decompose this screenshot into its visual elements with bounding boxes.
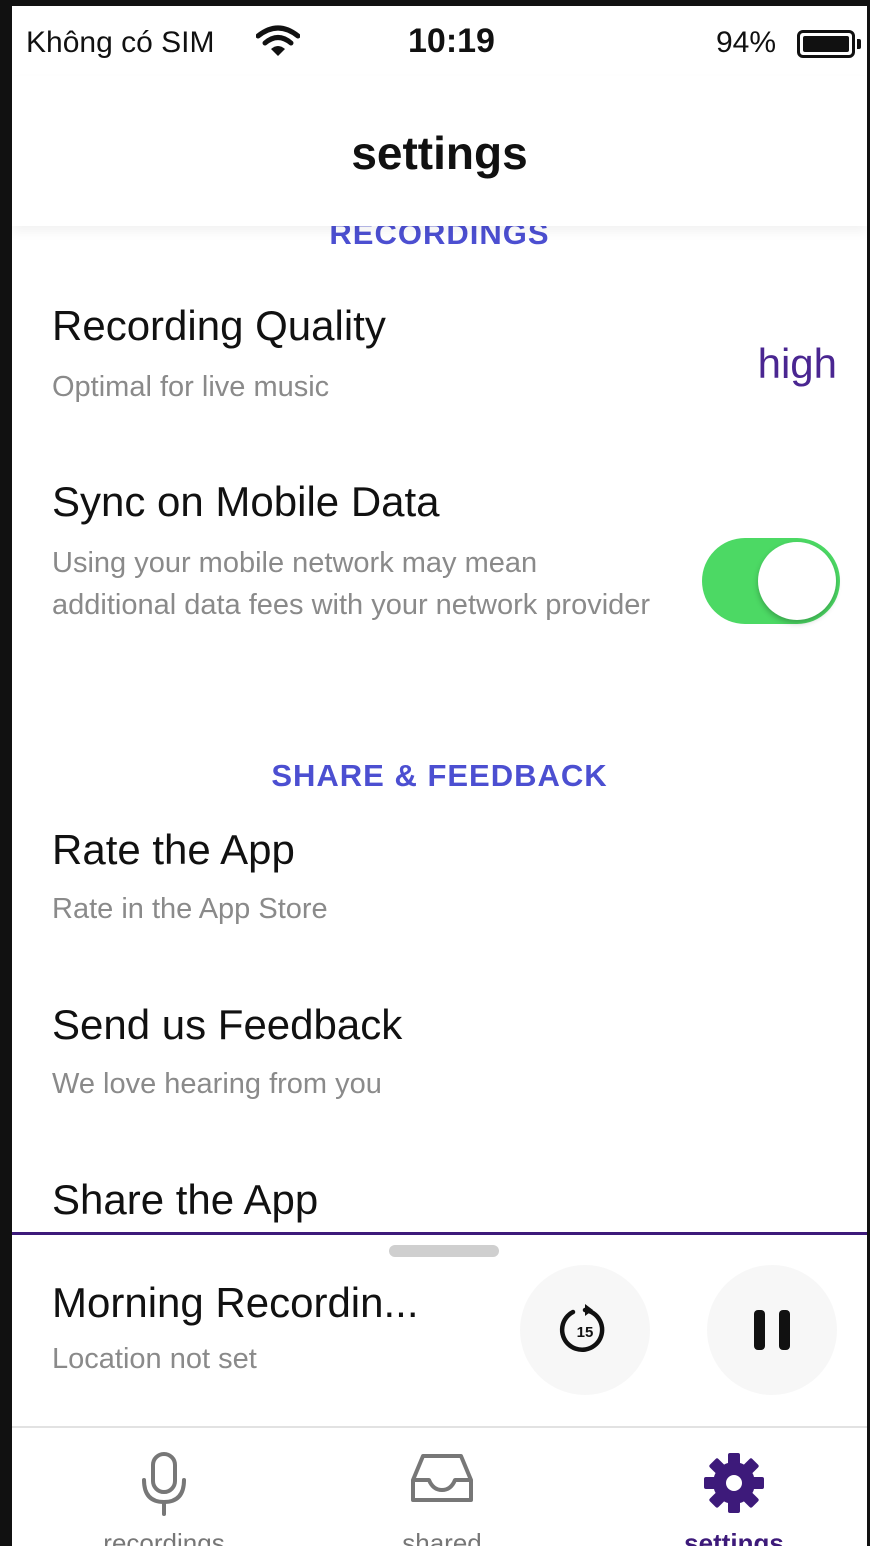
setting-title: Sync on Mobile Data — [52, 478, 440, 525]
section-heading-share-feedback: SHARE & FEEDBACK — [271, 758, 608, 793]
tab-label: settings — [684, 1528, 784, 1546]
status-time: 10:19 — [408, 22, 495, 60]
setting-title: Send us Feedback — [52, 1001, 403, 1048]
toggle-knob — [758, 542, 836, 620]
player-subtitle: Location not set — [52, 1343, 257, 1375]
pause-button[interactable] — [707, 1265, 837, 1395]
carrier-label: Không có SIM — [26, 26, 215, 59]
player-grab-handle[interactable] — [389, 1245, 499, 1257]
tab-settings[interactable]: settings — [624, 1428, 844, 1546]
wifi-icon — [256, 25, 300, 56]
setting-title: Share the App — [52, 1176, 319, 1223]
tab-label: recordings — [103, 1528, 225, 1546]
replay-15-icon: 15 — [559, 1304, 605, 1352]
setting-subtitle: We love hearing from you — [52, 1068, 382, 1100]
tab-bar: recordings shared settings — [12, 1426, 867, 1546]
setting-subtitle: Optimal for live music — [52, 371, 330, 403]
setting-title: Recording Quality — [52, 302, 386, 349]
recording-quality-value[interactable]: high — [758, 340, 837, 388]
page-title: settings — [351, 127, 528, 179]
skip-seconds-label: 15 — [577, 1324, 594, 1341]
skip-back-button[interactable]: 15 — [520, 1265, 650, 1395]
microphone-icon — [142, 1452, 186, 1516]
setting-subtitle: Rate in the App Store — [52, 893, 328, 925]
tab-shared[interactable]: shared — [332, 1428, 552, 1546]
battery-cap — [857, 39, 861, 49]
tab-label: shared — [402, 1528, 482, 1546]
nav-header: settings — [12, 76, 867, 226]
player-title: Morning Recordin... — [52, 1279, 419, 1326]
setting-title: Rate the App — [52, 826, 295, 873]
battery-icon — [797, 30, 855, 58]
mini-player[interactable]: Morning Recordin... Location not set 15 — [12, 1232, 867, 1426]
tab-recordings[interactable]: recordings — [54, 1428, 274, 1546]
gear-icon — [704, 1453, 764, 1513]
inbox-icon — [411, 1454, 473, 1502]
settings-list[interactable]: RECORDINGS Recording Quality Optimal for… — [12, 186, 867, 1226]
sync-mobile-data-toggle[interactable] — [702, 538, 840, 624]
status-bar: Không có SIM 10:19 94% — [12, 6, 867, 76]
battery-percent: 94% — [716, 26, 777, 59]
phone-screen: Không có SIM 10:19 94% settings RECORDIN… — [0, 0, 870, 1546]
pause-icon — [754, 1310, 790, 1350]
setting-subtitle: Using your mobile network may mean addit… — [52, 547, 651, 621]
